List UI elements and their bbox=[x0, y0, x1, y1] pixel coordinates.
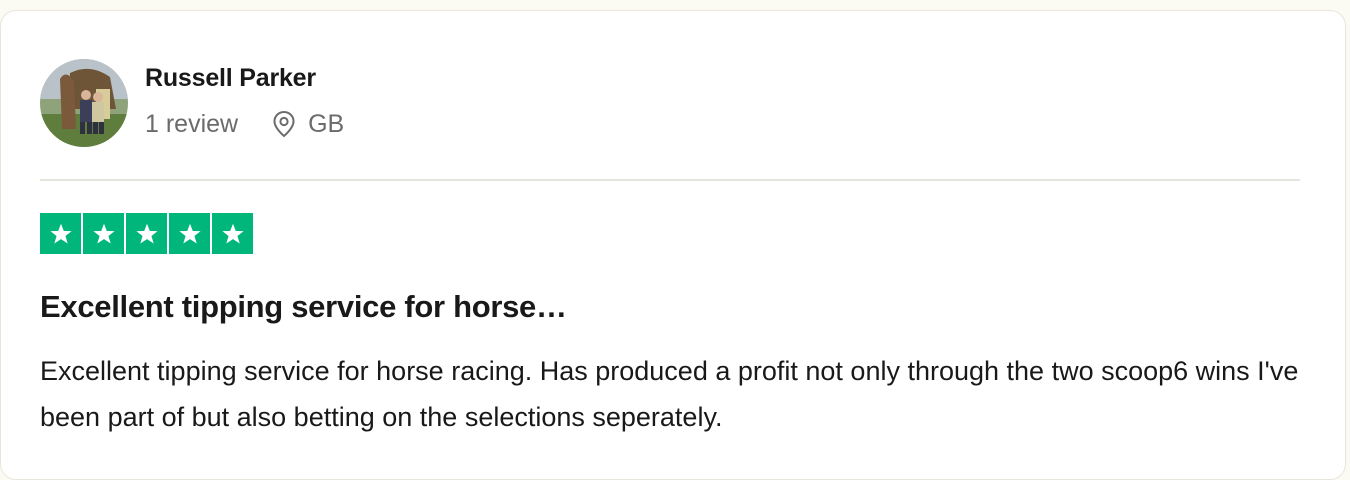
star-icon bbox=[83, 213, 124, 254]
reviewer-name[interactable]: Russell Parker bbox=[145, 64, 316, 93]
location-pin-icon bbox=[272, 110, 296, 138]
star-icon bbox=[40, 213, 81, 254]
avatar[interactable] bbox=[40, 59, 128, 147]
reviewer-country: GB bbox=[308, 109, 345, 138]
review-body: Excellent tipping service for horse raci… bbox=[40, 356, 1299, 432]
reviewer-meta: 1 review GB bbox=[145, 108, 344, 140]
review-title[interactable]: Excellent tipping service for horse… bbox=[40, 289, 567, 325]
avatar-photo bbox=[40, 59, 128, 147]
review-card: Russell Parker 1 review GB Excellent tip… bbox=[0, 10, 1346, 480]
star-icon bbox=[212, 213, 253, 254]
star-icon bbox=[126, 213, 167, 254]
star-icon bbox=[169, 213, 210, 254]
divider bbox=[40, 179, 1300, 181]
star-rating bbox=[40, 213, 253, 254]
review-count: 1 review bbox=[145, 109, 239, 138]
